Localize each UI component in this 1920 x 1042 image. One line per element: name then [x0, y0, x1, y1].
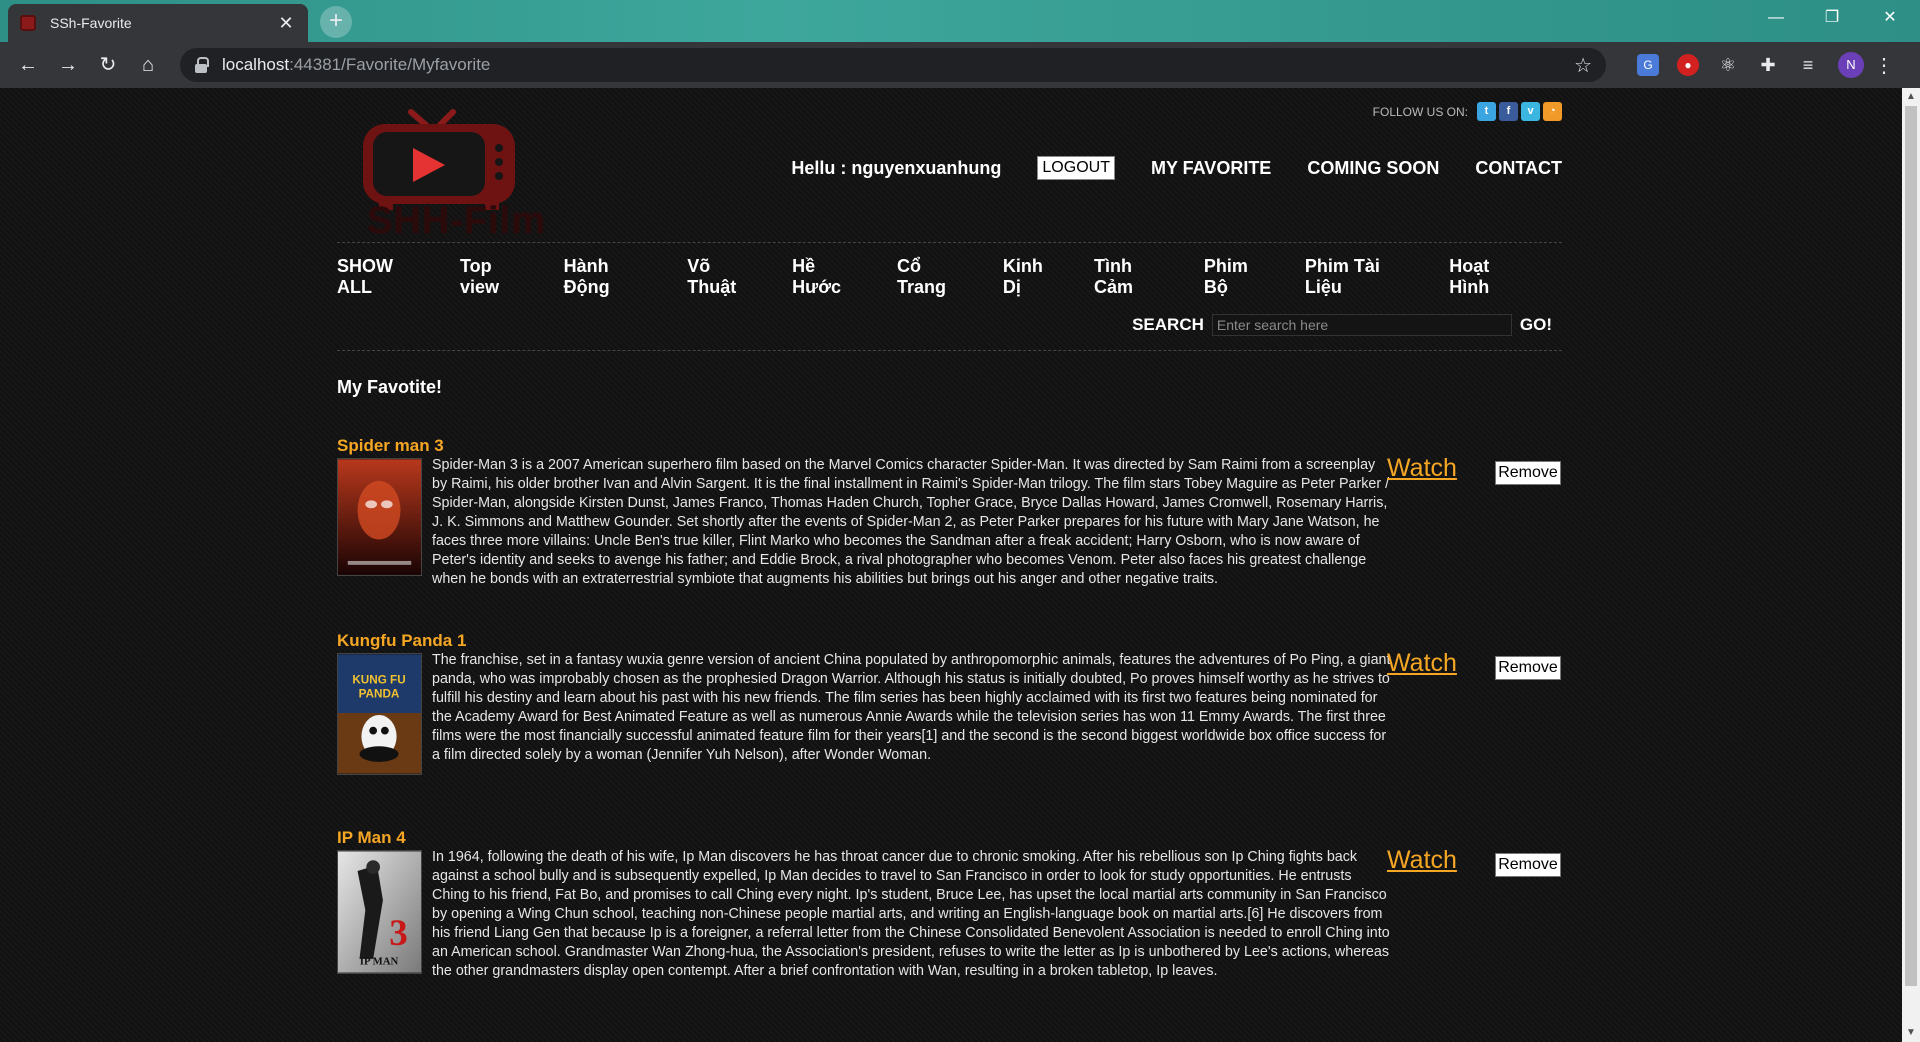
- rss-icon[interactable]: ◔: [1543, 102, 1562, 121]
- forward-icon[interactable]: →: [48, 47, 88, 83]
- browser-toolbar: ← → ↻ ⌂ localhost :44381/Favorite/Myfavo…: [0, 42, 1920, 88]
- svg-text:3: 3: [389, 913, 408, 954]
- watch-link[interactable]: Watch: [1387, 454, 1457, 483]
- movie-title-link[interactable]: Spider man 3: [337, 436, 1562, 456]
- url-host: localhost: [222, 55, 290, 74]
- category-show-all[interactable]: SHOW ALL: [337, 256, 431, 298]
- scroll-thumb[interactable]: [1905, 106, 1917, 986]
- remove-button[interactable]: Remove: [1495, 461, 1561, 485]
- bookmark-star-icon[interactable]: ☆: [1574, 53, 1592, 78]
- maximize-button[interactable]: ❐: [1808, 0, 1856, 36]
- tab-title: SSh-Favorite: [50, 15, 132, 31]
- category-series[interactable]: Phim Bộ: [1204, 256, 1276, 298]
- search-go-button[interactable]: GO!: [1520, 315, 1552, 335]
- favorite-item: Kungfu Panda 1 KUNG FU PANDA The franchi…: [337, 631, 1562, 775]
- movie-title-link[interactable]: Kungfu Panda 1: [337, 631, 1562, 651]
- url-path: :44381/Favorite/Myfavorite: [289, 55, 491, 74]
- logout-button[interactable]: LOGOUT: [1037, 156, 1115, 180]
- vimeo-icon[interactable]: v: [1521, 102, 1540, 121]
- greeting: Hellu : nguyenxuanhung: [791, 157, 1002, 178]
- svg-text:IP MAN: IP MAN: [360, 956, 399, 968]
- page-title: My Favotite!: [337, 377, 443, 397]
- svg-text:KUNG FU: KUNG FU: [352, 674, 405, 687]
- ip-man-poster-image[interactable]: 3 IP MAN: [337, 850, 422, 974]
- remove-button[interactable]: Remove: [1495, 853, 1561, 877]
- favorite-item: IP Man 4 3 IP MAN In 1964, following the…: [337, 828, 1562, 979]
- logo-text: SHH-Film: [367, 200, 546, 242]
- extensions-puzzle-icon[interactable]: ✚: [1757, 54, 1779, 76]
- media-queue-icon[interactable]: ≡: [1797, 54, 1819, 76]
- favorite-item: Spider man 3 Spider-Man 3 is a 2007 Amer…: [337, 436, 1562, 587]
- category-horror[interactable]: Kinh Dị: [1003, 256, 1065, 298]
- nav-contact[interactable]: CONTACT: [1475, 158, 1562, 179]
- nav-my-favorite[interactable]: MY FAVORITE: [1151, 158, 1271, 179]
- top-navigation: Hellu : nguyenxuanhung LOGOUT MY FAVORIT…: [791, 156, 1562, 180]
- page-viewport: SHH-Film FOLLOW US ON: t f v ◔ Hellu : n…: [0, 88, 1902, 1042]
- divider: [337, 350, 1562, 351]
- adblock-icon[interactable]: ●: [1677, 54, 1699, 76]
- category-period[interactable]: Cổ Trang: [897, 256, 974, 298]
- movie-description: Spider-Man 3 is a 2007 American superher…: [432, 457, 1390, 587]
- category-documentary[interactable]: Phim Tài Liệu: [1305, 256, 1420, 298]
- divider: [337, 242, 1562, 243]
- category-action[interactable]: Hành Động: [564, 256, 659, 298]
- category-navigation: SHOW ALL Top view Hành Động Võ Thuật Hề …: [337, 256, 1562, 298]
- facebook-icon[interactable]: f: [1499, 102, 1518, 121]
- movie-description: The franchise, set in a fantasy wuxia ge…: [432, 652, 1391, 763]
- category-top-view[interactable]: Top view: [460, 256, 535, 298]
- nav-coming-soon[interactable]: COMING SOON: [1307, 158, 1439, 179]
- reload-icon[interactable]: ↻: [88, 47, 128, 83]
- twitter-icon[interactable]: t: [1477, 102, 1496, 121]
- back-icon[interactable]: ←: [8, 47, 48, 83]
- category-martial-arts[interactable]: Võ Thuật: [687, 256, 763, 298]
- close-tab-icon[interactable]: ✕: [276, 13, 296, 34]
- spiderman-poster-image[interactable]: [337, 458, 422, 576]
- browser-menu-icon[interactable]: ⋮: [1874, 53, 1894, 78]
- category-comedy[interactable]: Hề Hước: [792, 256, 868, 298]
- scroll-down-arrow-icon[interactable]: ▼: [1902, 1024, 1920, 1042]
- remove-button[interactable]: Remove: [1495, 656, 1561, 680]
- movie-title-link[interactable]: IP Man 4: [337, 828, 1562, 848]
- kungfu-panda-poster-image[interactable]: KUNG FU PANDA: [337, 653, 422, 775]
- scroll-up-arrow-icon[interactable]: ▲: [1902, 88, 1920, 106]
- translate-icon[interactable]: G: [1637, 54, 1659, 76]
- close-window-button[interactable]: ✕: [1866, 0, 1914, 36]
- lock-icon[interactable]: [194, 57, 209, 73]
- follow-us: FOLLOW US ON: t f v ◔: [1373, 102, 1562, 121]
- react-devtools-icon[interactable]: ⚛: [1717, 54, 1739, 76]
- search-input[interactable]: [1211, 314, 1512, 336]
- category-animation[interactable]: Hoạt Hình: [1449, 256, 1533, 298]
- home-icon[interactable]: ⌂: [128, 47, 168, 83]
- follow-label: FOLLOW US ON:: [1372, 104, 1468, 119]
- watch-link[interactable]: Watch: [1387, 649, 1457, 678]
- minimize-button[interactable]: —: [1752, 0, 1800, 36]
- tv-favicon-icon: [20, 15, 36, 31]
- browser-titlebar: SSh-Favorite ✕ + — ❐ ✕: [0, 0, 1920, 42]
- address-bar[interactable]: localhost :44381/Favorite/Myfavorite ☆: [180, 48, 1606, 82]
- search-label: SEARCH: [1132, 315, 1204, 334]
- profile-avatar[interactable]: N: [1838, 52, 1864, 78]
- browser-tab[interactable]: SSh-Favorite ✕: [8, 4, 308, 42]
- svg-text:PANDA: PANDA: [359, 687, 400, 700]
- watch-link[interactable]: Watch: [1387, 846, 1457, 875]
- search-bar: SEARCH GO!: [1132, 314, 1552, 336]
- extension-icons: G ● ⚛ ✚ ≡ N ⋮: [1628, 52, 1894, 78]
- category-romance[interactable]: Tình Cảm: [1094, 256, 1175, 298]
- new-tab-button[interactable]: +: [320, 6, 352, 38]
- movie-description: In 1964, following the death of his wife…: [432, 849, 1390, 979]
- vertical-scrollbar[interactable]: ▲ ▼: [1902, 88, 1920, 1042]
